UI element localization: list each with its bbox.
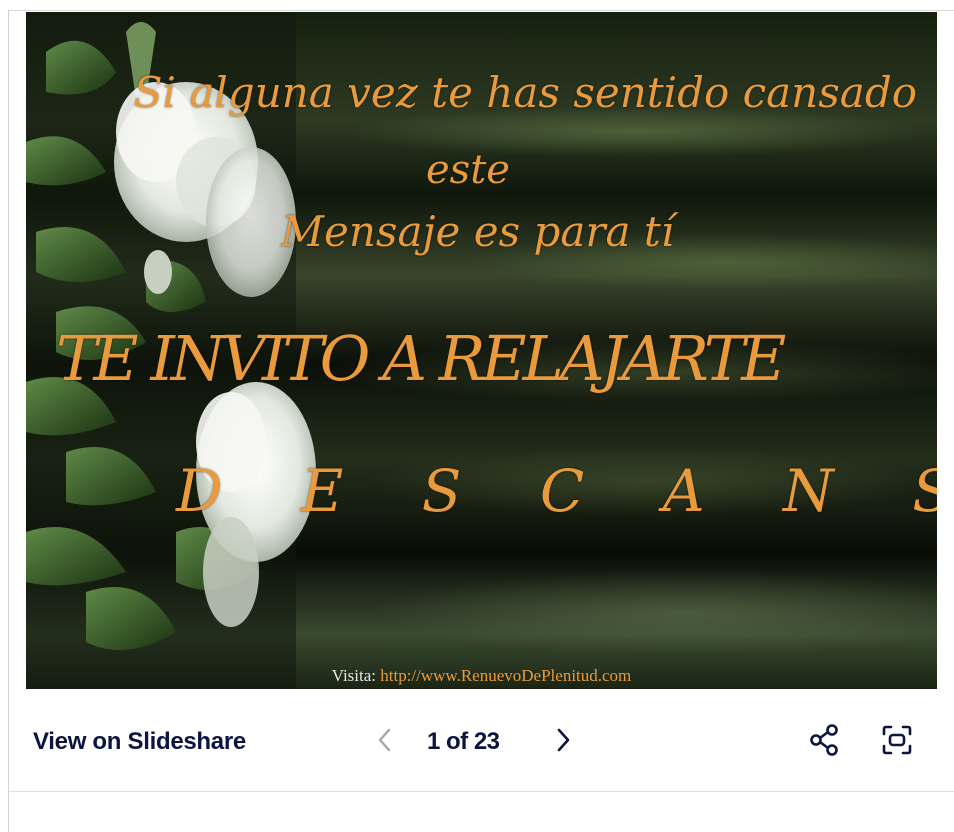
visit-label: Visita: [331, 666, 376, 685]
visit-url: http://www.RenuevoDePlenitud.com [380, 666, 632, 685]
view-on-slideshare-link[interactable]: View on Slideshare [33, 728, 246, 756]
slide-counter: 1 of 23 [427, 728, 500, 755]
fullscreen-icon [882, 725, 912, 755]
visit-caption: Visita: http://www.RenuevoDePlenitud.com [26, 666, 937, 686]
slide-line-4: TE INVITO A RELAJARTE [56, 322, 786, 395]
previous-slide-button[interactable] [372, 726, 396, 754]
fullscreen-button[interactable] [879, 722, 915, 758]
slide-line-1: Si alguna vez te has sentido cansado [133, 68, 917, 117]
slide-line-5: D E S C A N S A [176, 457, 937, 525]
chevron-right-icon [557, 728, 570, 752]
share-icon [810, 724, 838, 756]
share-button[interactable] [807, 722, 843, 758]
slide-image: Si alguna vez te has sentido cansado est… [26, 12, 937, 689]
slide-line-3: Mensaje es para tí [281, 207, 675, 256]
slideshow-toolbar: View on Slideshare 1 of 23 [9, 690, 954, 792]
slide-line-2: este [426, 147, 510, 193]
chevron-left-icon [378, 728, 391, 752]
next-slide-button[interactable] [552, 726, 576, 754]
